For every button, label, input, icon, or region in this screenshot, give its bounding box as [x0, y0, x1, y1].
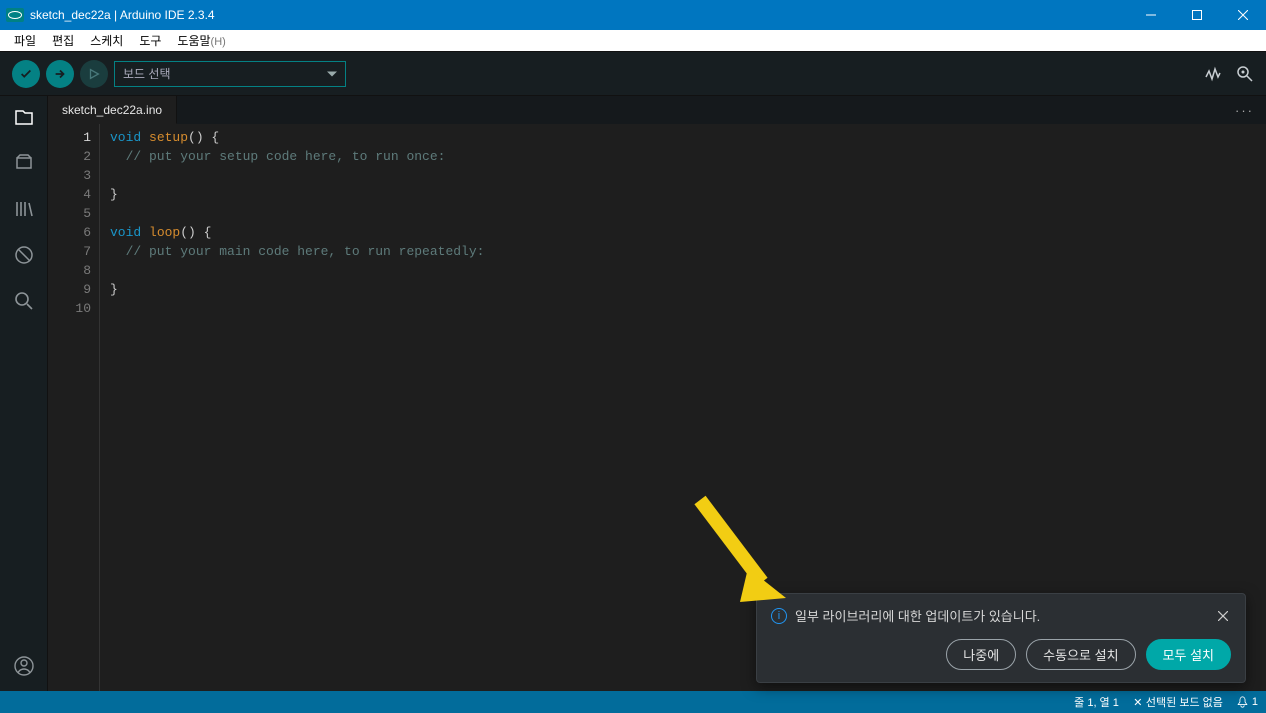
serial-monitor-icon[interactable]	[1236, 65, 1254, 83]
later-button[interactable]: 나중에	[946, 639, 1016, 670]
arduino-app-icon	[6, 8, 24, 22]
debug-button[interactable]	[80, 60, 108, 88]
menu-bar: 파일 편집 스케치 도구 도움말(H)	[0, 30, 1266, 52]
library-manager-icon[interactable]	[13, 198, 35, 220]
window-titlebar: sketch_dec22a | Arduino IDE 2.3.4	[0, 0, 1266, 30]
ellipsis-icon: ···	[1235, 103, 1254, 118]
account-icon[interactable]	[13, 655, 35, 677]
upload-button[interactable]	[46, 60, 74, 88]
chevron-down-icon	[327, 71, 337, 76]
menu-sketch[interactable]: 스케치	[82, 30, 131, 51]
install-all-button[interactable]: 모두 설치	[1146, 639, 1231, 670]
boards-manager-icon[interactable]	[13, 152, 35, 174]
window-maximize-button[interactable]	[1174, 0, 1220, 30]
toast-message: 일부 라이브러리에 대한 업데이트가 있습니다.	[795, 606, 1040, 625]
sketchbook-icon[interactable]	[13, 106, 35, 128]
editor-tabs: sketch_dec22a.ino ···	[48, 96, 1266, 124]
board-selector-dropdown[interactable]: 보드 선택	[114, 61, 346, 87]
status-notification-count: 1	[1252, 696, 1258, 708]
editor-tab-menu-button[interactable]: ···	[1223, 96, 1266, 124]
update-notification-toast: i 일부 라이브러리에 대한 업데이트가 있습니다. 나중에 수동으로 설치 모…	[756, 593, 1246, 683]
window-controls	[1128, 0, 1266, 30]
menu-edit[interactable]: 편집	[44, 30, 82, 51]
info-icon: i	[771, 608, 787, 624]
menu-tools[interactable]: 도구	[131, 30, 169, 51]
debug-icon[interactable]	[13, 244, 35, 266]
serial-plotter-icon[interactable]	[1204, 65, 1222, 83]
status-cursor-position[interactable]: 줄 1, 열 1	[1074, 694, 1119, 710]
window-minimize-button[interactable]	[1128, 0, 1174, 30]
menu-help-shortcut: (H)	[211, 36, 226, 48]
status-bar: 줄 1, 열 1 ✕ 선택된 보드 없음 1	[0, 691, 1266, 713]
status-notifications[interactable]: 1	[1237, 696, 1258, 708]
toast-close-button[interactable]	[1215, 608, 1231, 624]
manual-install-button[interactable]: 수동으로 설치	[1026, 639, 1135, 670]
editor-tab[interactable]: sketch_dec22a.ino	[48, 96, 177, 124]
board-selector-label: 보드 선택	[123, 65, 171, 82]
menu-help-label: 도움말	[177, 34, 210, 48]
status-board-label: 선택된 보드 없음	[1146, 697, 1223, 709]
status-board[interactable]: ✕ 선택된 보드 없음	[1133, 694, 1223, 710]
code-content: void setup() { // put your setup code he…	[100, 124, 494, 691]
verify-button[interactable]	[12, 60, 40, 88]
menu-file[interactable]: 파일	[6, 30, 44, 51]
search-icon[interactable]	[13, 290, 35, 312]
window-title: sketch_dec22a | Arduino IDE 2.3.4	[30, 8, 1128, 22]
activity-bar	[0, 96, 48, 691]
close-icon: ✕	[1133, 696, 1143, 709]
toolbar: 보드 선택	[0, 52, 1266, 96]
editor-tab-label: sketch_dec22a.ino	[62, 103, 162, 117]
window-close-button[interactable]	[1220, 0, 1266, 30]
menu-help[interactable]: 도움말(H)	[169, 30, 233, 51]
line-number-gutter: 12345678910	[48, 124, 100, 691]
